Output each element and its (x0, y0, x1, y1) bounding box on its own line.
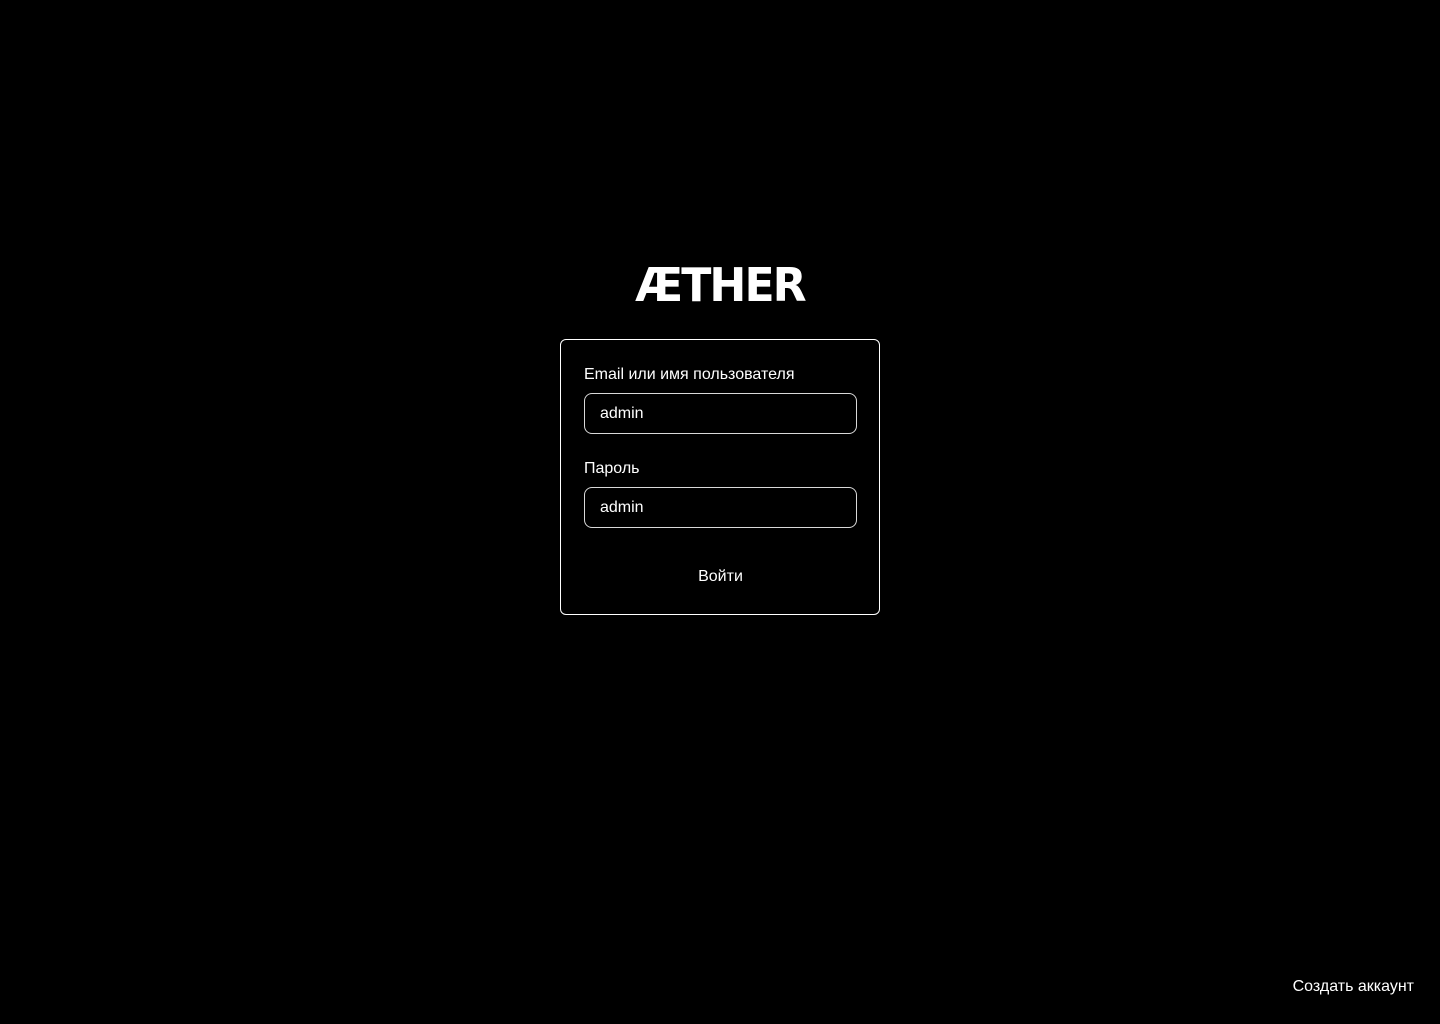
create-account-link[interactable]: Создать аккаунт (1293, 977, 1414, 997)
login-page: ÆTHER Email или имя пользователя Пароль … (0, 0, 1440, 1024)
email-input[interactable] (584, 393, 857, 434)
login-button[interactable]: Войти (584, 560, 857, 594)
login-form: Email или имя пользователя Пароль Войти (560, 339, 880, 615)
aether-logo: ÆTHER (635, 258, 806, 312)
email-label: Email или имя пользователя (584, 366, 795, 383)
password-label: Пароль (584, 460, 640, 477)
password-input[interactable] (584, 487, 857, 528)
